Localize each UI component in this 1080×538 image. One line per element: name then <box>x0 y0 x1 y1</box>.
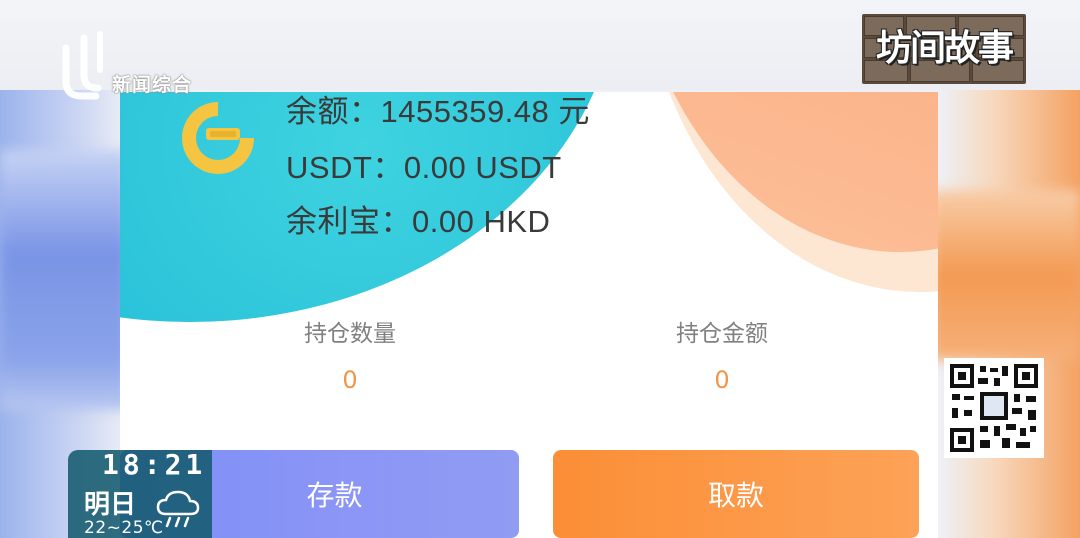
holding-amount-value: 0 <box>714 366 730 394</box>
holding-quantity-value: 0 <box>342 366 358 394</box>
background-right-blur <box>930 190 1080 360</box>
holding-amount-label: 持仓金额 <box>676 321 768 347</box>
program-logo: 坊间故事 <box>862 14 1026 84</box>
app-logo-icon <box>182 102 254 174</box>
balance-yulibao: 余利宝：0.00 HKD <box>286 204 551 239</box>
forecast-temperature: 22~25℃ <box>84 518 164 538</box>
channel-name: 新闻综合 <box>112 74 193 96</box>
broadcast-frame: 余额：1455359.48 元 USDT：0.00 USDT 余利宝：0.00 … <box>0 0 1080 538</box>
withdraw-button[interactable]: 取款 <box>553 450 919 538</box>
clock-time: 18:21 <box>102 448 207 481</box>
background-left-blur <box>0 150 130 410</box>
balance-total: 余额：1455359.48 元 <box>286 94 590 129</box>
program-name: 坊间故事 <box>875 27 1014 69</box>
holding-quantity-label: 持仓数量 <box>304 321 396 347</box>
qr-code <box>944 358 1044 458</box>
balance-usdt: USDT：0.00 USDT <box>286 150 562 185</box>
forecast-day: 明日 <box>84 490 137 520</box>
qr-code-icon <box>950 364 1038 452</box>
phone-screen: 余额：1455359.48 元 USDT：0.00 USDT 余利宝：0.00 … <box>120 92 938 538</box>
